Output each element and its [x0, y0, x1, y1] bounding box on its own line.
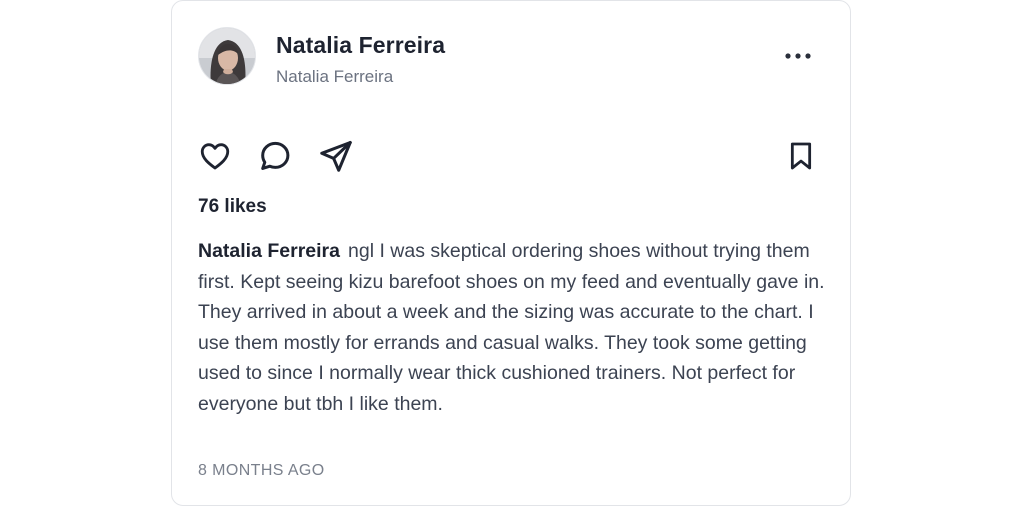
heart-icon: [200, 143, 230, 170]
caption-text: ngl I was skeptical ordering shoes witho…: [198, 240, 825, 415]
avatar-image: [199, 28, 255, 84]
avatar[interactable]: [198, 27, 256, 85]
like-button[interactable]: [196, 137, 234, 175]
likes-count[interactable]: 76 likes: [198, 195, 267, 219]
post-actions: [198, 137, 824, 175]
more-horizontal-icon: [785, 53, 811, 59]
caption-author[interactable]: Natalia Ferreira: [198, 240, 340, 262]
send-icon: [320, 141, 352, 172]
more-options-button[interactable]: [778, 43, 818, 69]
author-display-name[interactable]: Natalia Ferreira: [276, 31, 445, 59]
post-caption: Natalia Ferreira ngl I was skeptical orde…: [198, 236, 828, 419]
save-button[interactable]: [782, 137, 820, 175]
bookmark-icon: [790, 142, 812, 170]
post-timestamp: 8 MONTHS AGO: [198, 462, 325, 479]
comment-button[interactable]: [256, 137, 294, 175]
author-handle[interactable]: Natalia Ferreira: [276, 66, 445, 88]
share-button[interactable]: [317, 137, 355, 175]
post-header: Natalia Ferreira Natalia Ferreira: [198, 27, 824, 87]
comment-icon: [261, 141, 290, 170]
author-info: Natalia Ferreira Natalia Ferreira: [276, 31, 445, 88]
post-card: Natalia Ferreira Natalia Ferreira 76 lik…: [171, 0, 851, 506]
